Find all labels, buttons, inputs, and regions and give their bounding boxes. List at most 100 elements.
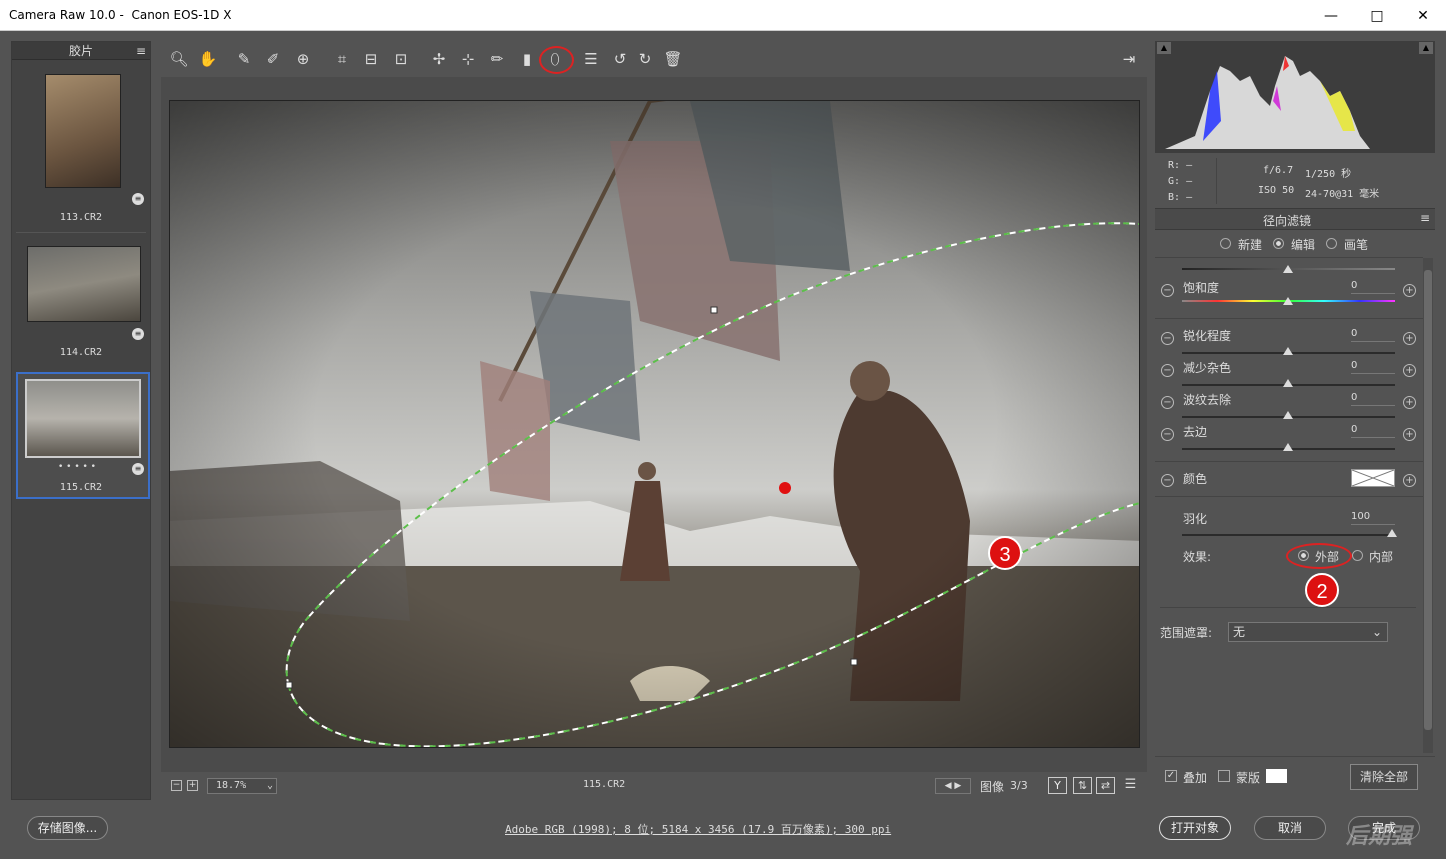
image-count: 3/3	[1010, 779, 1028, 792]
range-mask-label: 范围遮罩:	[1160, 626, 1213, 640]
image-nav-buttons[interactable]: ◀ ▶	[935, 778, 971, 794]
before-after-y-button[interactable]: Y	[1048, 777, 1067, 794]
divider	[1155, 318, 1423, 319]
saturation-slider-thumb[interactable]	[1283, 297, 1293, 305]
image-label: 图像	[980, 780, 1005, 794]
close-button[interactable]: ✕	[1400, 0, 1446, 31]
adjustment-brush-icon[interactable]: ✏	[486, 49, 508, 69]
white-balance-tool-icon[interactable]: ✎	[233, 49, 255, 69]
feather-slider-thumb[interactable]	[1387, 529, 1397, 537]
color-swatch[interactable]	[1351, 469, 1395, 487]
toggle-settings-icon[interactable]: ☰	[1121, 777, 1140, 794]
effect-outside-radio[interactable]	[1298, 550, 1309, 561]
effect-inside-label: 内部	[1369, 550, 1394, 564]
rotate-cw-icon[interactable]: ↻	[634, 49, 656, 69]
preferences-icon[interactable]: ☰	[580, 49, 602, 69]
highlight-clipping-icon[interactable]: ▲	[1419, 42, 1433, 54]
color-plus-button[interactable]: +	[1403, 474, 1416, 487]
saturation-minus-button[interactable]: −	[1161, 284, 1174, 297]
defringe-minus-button[interactable]: −	[1161, 428, 1174, 441]
saturation-plus-button[interactable]: +	[1403, 284, 1416, 297]
right-panel	[1155, 41, 1435, 800]
moire-minus-button[interactable]: −	[1161, 396, 1174, 409]
zoom-select[interactable]: 18.7% ⌄	[207, 778, 277, 794]
divider	[16, 232, 146, 233]
moire-plus-button[interactable]: +	[1403, 396, 1416, 409]
photo-svg	[170, 101, 1139, 747]
overlay-checkbox[interactable]: ✓	[1165, 770, 1177, 782]
maximize-button[interactable]: □	[1354, 0, 1400, 31]
noise-minus-button[interactable]: −	[1161, 364, 1174, 377]
noise-value[interactable]: 0	[1351, 360, 1395, 374]
trash-icon[interactable]: 🗑︎	[662, 49, 684, 69]
mask-color-swatch[interactable]	[1266, 769, 1287, 783]
crop-tool-icon[interactable]: ⌗	[331, 49, 353, 69]
current-filename: 115.CR2	[583, 779, 626, 790]
hand-tool-icon[interactable]: ✋	[197, 49, 219, 69]
save-image-button[interactable]: 存储图像...	[27, 816, 108, 840]
color-minus-button[interactable]: −	[1161, 474, 1174, 487]
targeted-adjustment-tool-icon[interactable]: ⊕	[292, 49, 314, 69]
rgb-readout: R: — G: — B: —	[1168, 158, 1192, 206]
swap-settings-icon[interactable]: ⇅	[1073, 777, 1092, 794]
noise-plus-button[interactable]: +	[1403, 364, 1416, 377]
histogram-graph	[1165, 56, 1370, 149]
graduated-filter-icon[interactable]: ▮	[516, 49, 538, 69]
panel-scrollbar[interactable]	[1423, 258, 1433, 753]
zoom-tool-icon[interactable]: 🔍︎	[168, 49, 190, 69]
noise-slider-thumb[interactable]	[1283, 379, 1293, 387]
thumbnail-113[interactable]	[45, 74, 121, 188]
sharpness-minus-button[interactable]: −	[1161, 332, 1174, 345]
partial-slider-thumb[interactable]	[1283, 265, 1293, 273]
defringe-slider-thumb[interactable]	[1283, 443, 1293, 451]
effect-inside-radio[interactable]	[1352, 550, 1363, 561]
color-sampler-tool-icon[interactable]: ✐	[262, 49, 284, 69]
zoom-out-button[interactable]: −	[171, 780, 182, 791]
workflow-options-link[interactable]: Adobe RGB (1998); 8 位; 5184 x 3456 (17.9…	[505, 821, 891, 837]
mode-brush-radio[interactable]	[1326, 238, 1337, 249]
sharpness-value[interactable]: 0	[1351, 328, 1395, 342]
moire-slider-thumb[interactable]	[1283, 411, 1293, 419]
open-object-button[interactable]: 打开对象	[1159, 816, 1231, 840]
clear-all-button[interactable]: 清除全部	[1350, 764, 1418, 790]
spot-removal-tool-icon[interactable]: ✢	[428, 49, 450, 69]
menu-icon[interactable]: ≡	[136, 42, 146, 60]
thumbnail-115[interactable]	[25, 379, 141, 458]
moire-value[interactable]: 0	[1351, 392, 1395, 406]
scrollbar-thumb[interactable]	[1424, 270, 1432, 730]
saturation-value[interactable]: 0	[1351, 280, 1395, 294]
copy-settings-icon[interactable]: ⇄	[1096, 777, 1115, 794]
mode-new-label: 新建	[1238, 238, 1263, 252]
defringe-value[interactable]: 0	[1351, 424, 1395, 438]
straighten-tool-icon[interactable]: ⊟	[360, 49, 382, 69]
thumbnail-114[interactable]	[27, 246, 141, 322]
feather-value[interactable]: 100	[1351, 511, 1395, 525]
range-mask-value: 无	[1233, 625, 1246, 639]
red-eye-tool-icon[interactable]: ⊹	[457, 49, 479, 69]
feather-slider-track[interactable]	[1182, 534, 1395, 536]
shutter: 1/250 秒	[1305, 169, 1352, 180]
fullscreen-icon[interactable]: ⇥	[1118, 49, 1140, 69]
color-label: 颜色	[1183, 472, 1208, 486]
sharpness-slider-thumb[interactable]	[1283, 347, 1293, 355]
zoom-value: 18.7%	[216, 780, 247, 791]
mode-edit-radio[interactable]	[1273, 238, 1284, 249]
thumbnail-caption: 113.CR2	[59, 212, 103, 223]
minimize-button[interactable]: —	[1308, 0, 1354, 31]
effect-outside-label: 外部	[1315, 550, 1340, 564]
sharpness-plus-button[interactable]: +	[1403, 332, 1416, 345]
mode-new-radio[interactable]	[1220, 238, 1231, 249]
panel-menu-icon[interactable]: ≡	[1420, 211, 1430, 225]
canvas-status-bar: − + 18.7% ⌄ 115.CR2 ◀ ▶ 图像 3/3 Y ⇅ ⇄ ☰	[161, 772, 1147, 800]
rating-stars[interactable]: • • • • •	[58, 462, 96, 472]
photo-preview[interactable]	[169, 100, 1140, 748]
chevron-down-icon: ⌄	[266, 780, 273, 791]
rotate-ccw-icon[interactable]: ↺	[609, 49, 631, 69]
mask-checkbox[interactable]	[1218, 770, 1230, 782]
cancel-button[interactable]: 取消	[1254, 816, 1326, 840]
zoom-in-button[interactable]: +	[187, 780, 198, 791]
defringe-plus-button[interactable]: +	[1403, 428, 1416, 441]
shadow-clipping-icon[interactable]: ▲	[1157, 42, 1171, 54]
range-mask-select[interactable]: 无 ⌄	[1228, 622, 1388, 642]
transform-tool-icon[interactable]: ⊡	[390, 49, 412, 69]
